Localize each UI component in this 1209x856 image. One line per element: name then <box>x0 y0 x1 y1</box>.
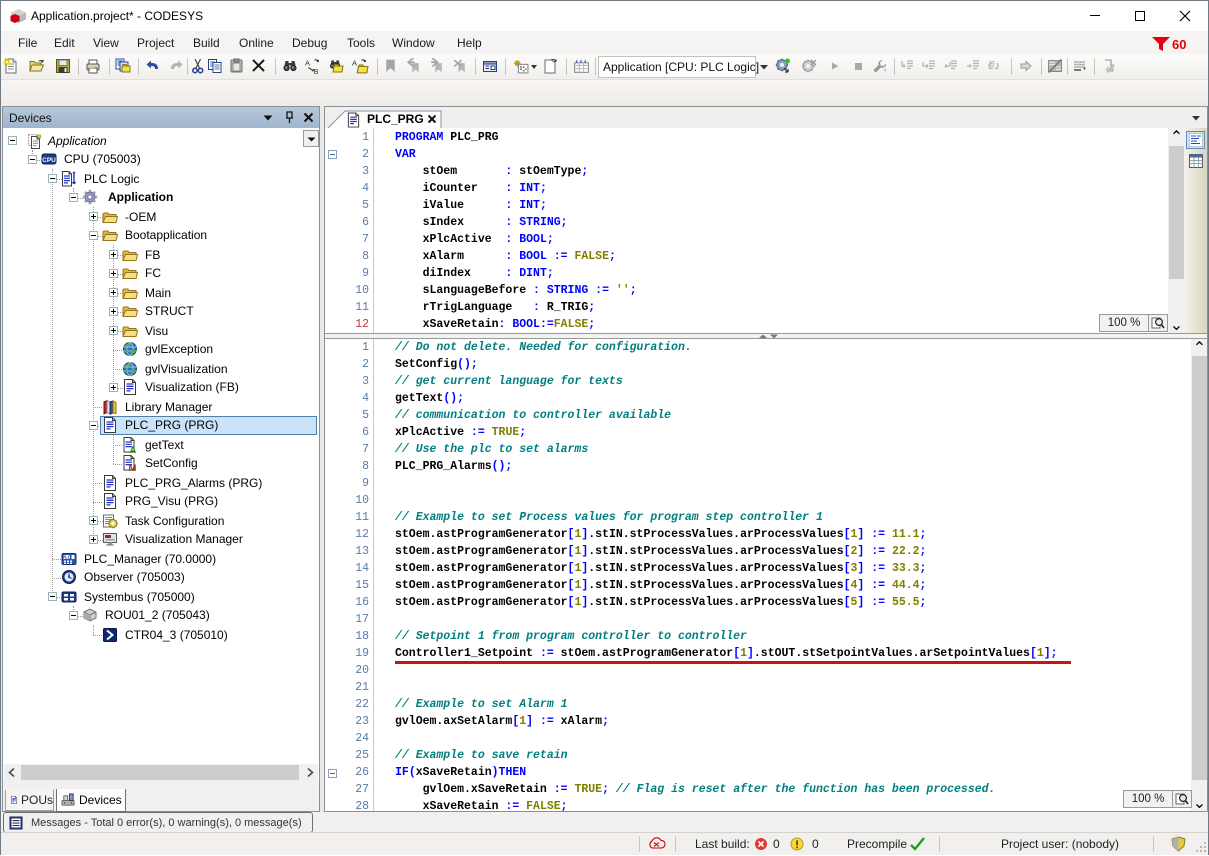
svg-text:A: A <box>352 58 357 67</box>
